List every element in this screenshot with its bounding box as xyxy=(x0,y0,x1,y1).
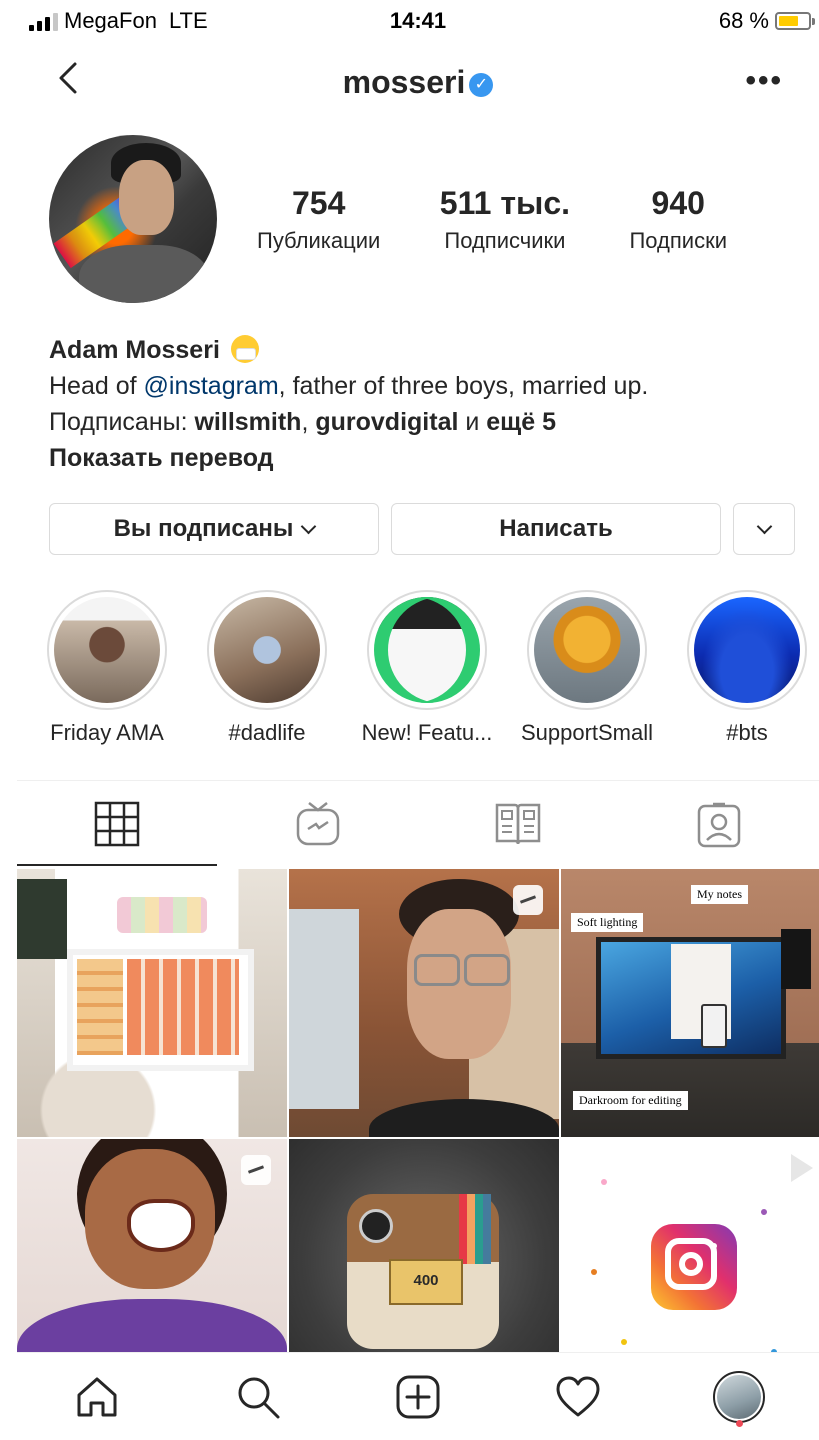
stat-value: 940 xyxy=(651,185,705,221)
stat-following[interactable]: 940 Подписки xyxy=(629,185,727,254)
followed-by-more: ещё 5 xyxy=(486,408,557,436)
profile-avatar[interactable] xyxy=(49,135,217,303)
nav-home[interactable] xyxy=(67,1367,127,1427)
tab-tagged[interactable] xyxy=(619,781,819,867)
battery-icon xyxy=(775,12,815,30)
story-highlights: Friday AMA #dadlife New! Featu... Suppor… xyxy=(17,590,819,760)
highlight-cover xyxy=(214,597,320,703)
tagged-icon xyxy=(697,802,740,848)
profile-header: mosseri ✓ ••• xyxy=(17,50,819,114)
highlight-cover xyxy=(694,597,800,703)
highlight-label: New! Featu... xyxy=(361,720,493,745)
followed-by-prefix: Подписаны: xyxy=(49,408,195,436)
profile-actions: Вы подписаны Написать xyxy=(49,503,797,555)
activity-icon xyxy=(556,1376,600,1417)
status-right: 68 % xyxy=(718,8,815,34)
stat-label: Публикации xyxy=(257,228,381,253)
grid-icon xyxy=(95,801,140,847)
stat-label: Подписчики xyxy=(444,228,566,253)
bio-text: Head of @instagram, father of three boys… xyxy=(49,368,809,404)
followed-by-user: willsmith xyxy=(194,408,302,436)
more-options-button[interactable]: ••• xyxy=(745,64,783,98)
highlight-item[interactable]: #dadlife xyxy=(192,590,342,746)
film-speed-label: 400 xyxy=(413,1272,439,1289)
followed-by-and: и xyxy=(458,408,487,436)
chevron-down-icon xyxy=(301,518,317,534)
tab-igtv[interactable] xyxy=(218,781,419,867)
followed-by-user: gurovdigital xyxy=(315,408,459,436)
highlight-item[interactable]: New! Featu... xyxy=(352,590,502,746)
highlight-cover xyxy=(534,597,640,703)
profile-tabs xyxy=(17,781,819,867)
bio-mention-link[interactable]: @instagram xyxy=(144,372,279,400)
igtv-icon xyxy=(296,802,339,846)
bio-text-end: , father of three boys, married up. xyxy=(278,372,649,400)
active-tab-indicator xyxy=(17,864,217,866)
show-translation-link[interactable]: Показать перевод xyxy=(49,440,809,476)
followed-by[interactable]: Подписаны: willsmith, gurovdigital и ещё… xyxy=(49,404,809,440)
following-button-label: Вы подписаны xyxy=(113,515,294,542)
followed-by-separator: , xyxy=(301,408,316,436)
highlight-label: Friday AMA xyxy=(50,720,164,745)
username-text: mosseri xyxy=(342,64,466,100)
battery-percent: 68 % xyxy=(718,8,769,33)
video-play-icon xyxy=(791,1154,813,1182)
profile-stats: 754 Публикации 511 тыс. Подписчики 940 П… xyxy=(257,185,727,254)
verified-badge-icon: ✓ xyxy=(469,72,494,97)
nav-activity[interactable] xyxy=(548,1367,608,1427)
highlight-label: SupportSmall xyxy=(520,720,654,745)
igtv-badge-icon xyxy=(513,885,543,915)
nav-profile[interactable] xyxy=(709,1367,769,1427)
post-thumbnail[interactable] xyxy=(17,869,287,1137)
highlight-cover xyxy=(374,597,480,703)
home-icon xyxy=(77,1377,117,1417)
posts-grid: Soft lighting My notes Darkroom for edit… xyxy=(17,869,819,1407)
bottom-nav xyxy=(17,1352,819,1440)
notification-dot xyxy=(735,1420,743,1427)
tab-guides[interactable] xyxy=(418,781,619,867)
following-button[interactable]: Вы подписаны xyxy=(49,503,379,555)
profile-username: mosseri ✓ xyxy=(17,64,819,101)
nav-search[interactable] xyxy=(228,1367,288,1427)
tab-grid[interactable] xyxy=(17,781,218,867)
highlight-item[interactable]: #bts xyxy=(672,590,819,746)
stat-posts[interactable]: 754 Публикации xyxy=(257,185,380,254)
message-button[interactable]: Написать xyxy=(391,503,721,555)
status-time: 14:41 xyxy=(389,8,447,33)
guides-icon xyxy=(496,803,541,845)
chevron-down-icon xyxy=(756,518,772,534)
status-bar: MegaFon LTE 14:41 68 % xyxy=(17,0,819,44)
search-icon xyxy=(238,1377,280,1419)
stat-value: 754 xyxy=(291,185,346,221)
highlight-cover xyxy=(54,597,160,703)
igtv-badge-icon xyxy=(241,1155,271,1185)
photo-caption-note: My notes xyxy=(691,885,748,904)
post-thumbnail[interactable]: Soft lighting My notes Darkroom for edit… xyxy=(561,869,819,1137)
highlight-item[interactable]: Friday AMA xyxy=(32,590,182,746)
photo-caption-note: Soft lighting xyxy=(571,913,644,932)
profile-bio: Adam Mosseri Head of @instagram, father … xyxy=(49,332,809,476)
profile-name: Adam Mosseri xyxy=(49,336,220,364)
nav-new-post[interactable] xyxy=(388,1367,448,1427)
stat-label: Подписки xyxy=(629,228,727,253)
post-thumbnail[interactable] xyxy=(289,869,559,1137)
stat-followers[interactable]: 511 тыс. Подписчики xyxy=(440,185,570,254)
new-post-icon xyxy=(396,1375,440,1419)
highlight-label: #dadlife xyxy=(228,720,306,745)
app-frame: MegaFon LTE 14:41 68 % mosseri ✓ ••• 754… xyxy=(17,0,819,1440)
stat-value: 511 тыс. xyxy=(439,185,570,221)
highlight-item[interactable]: SupportSmall xyxy=(512,590,662,746)
suggested-accounts-button[interactable] xyxy=(733,503,795,555)
mask-emoji-icon xyxy=(230,335,259,363)
message-button-label: Написать xyxy=(499,515,613,542)
highlight-label: #bts xyxy=(726,720,768,745)
profile-avatar xyxy=(712,1371,765,1423)
bio-text-start: Head of xyxy=(49,372,144,400)
photo-caption-note: Darkroom for editing xyxy=(573,1091,688,1110)
